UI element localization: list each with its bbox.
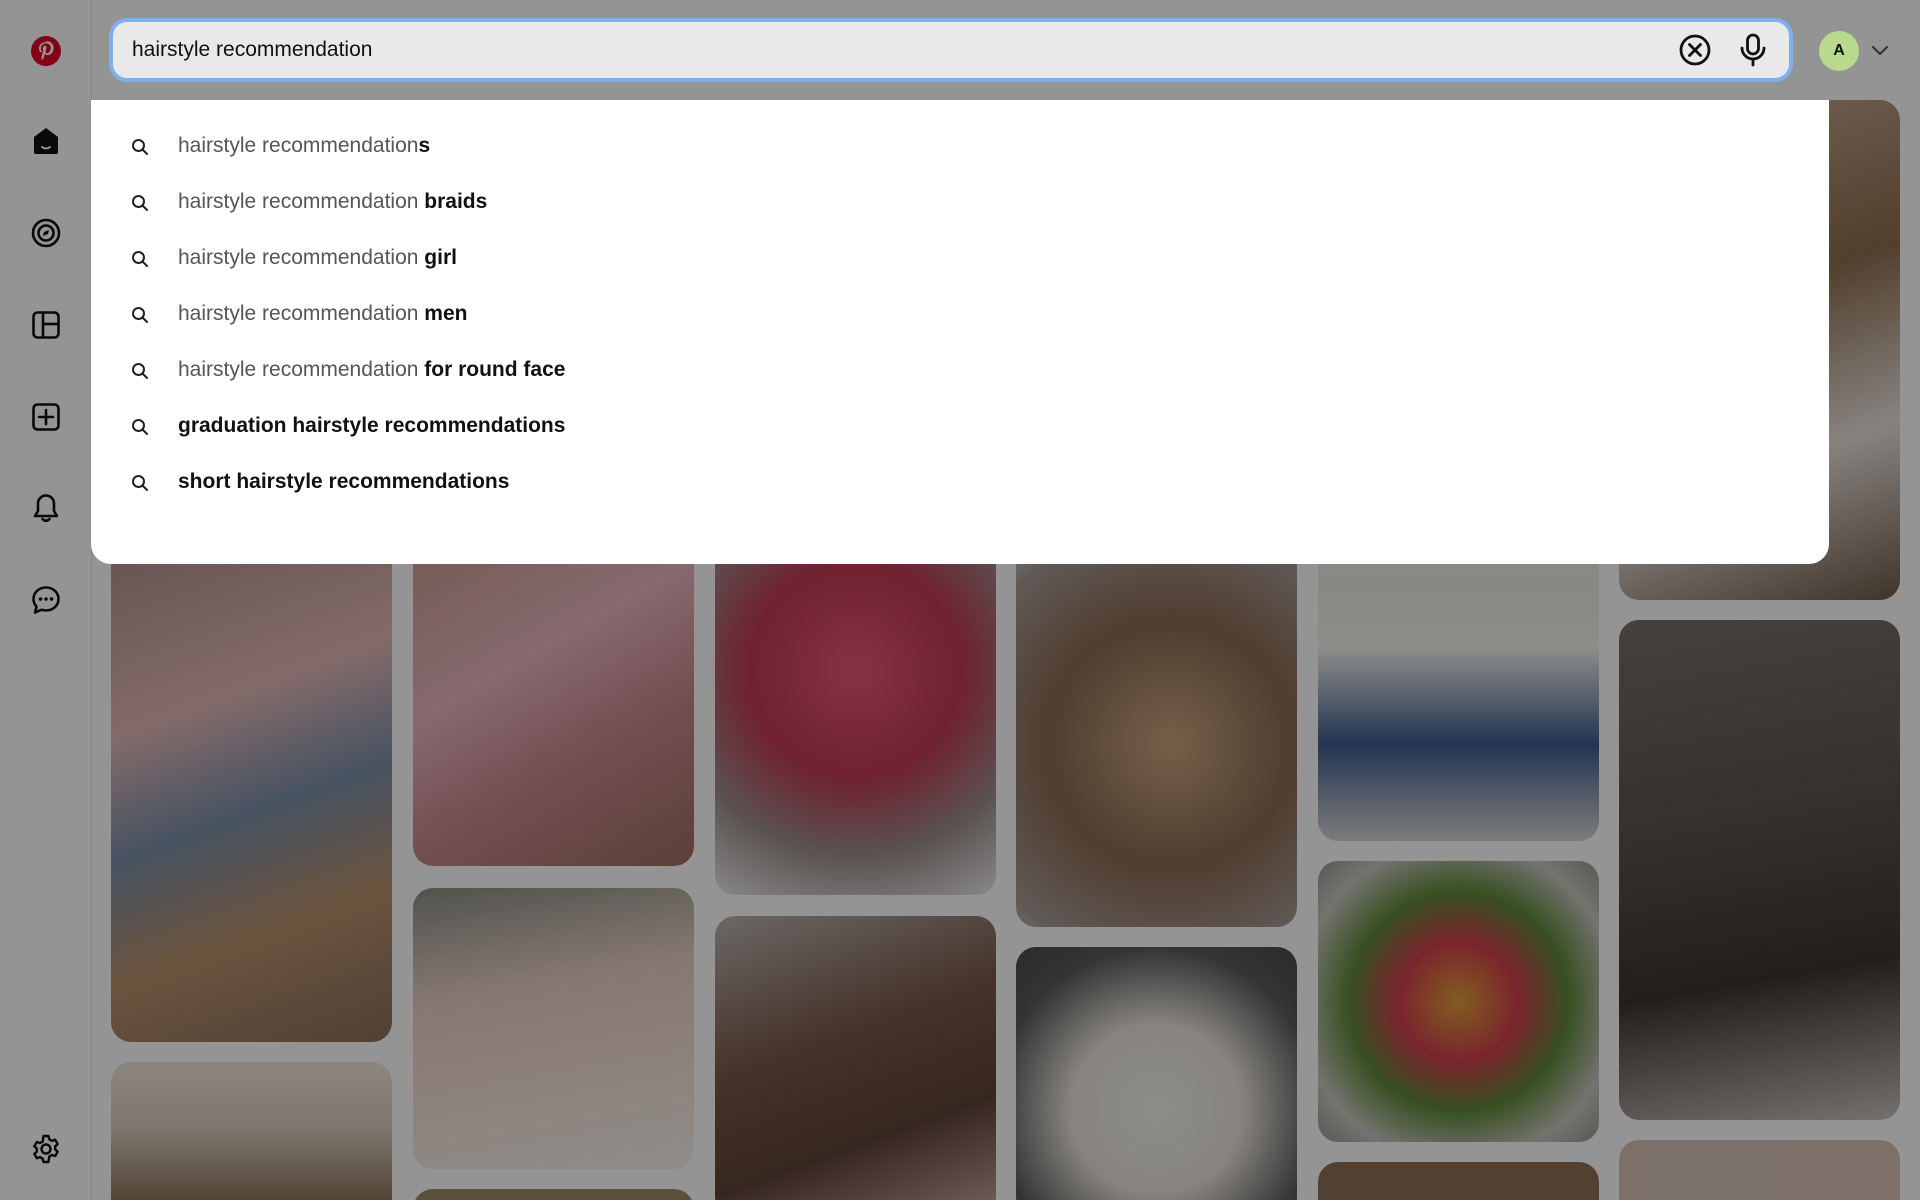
search-input[interactable] [113, 21, 1673, 79]
header: A [91, 0, 1920, 100]
suggestion-text: hairstyle recommendation for round face [178, 358, 566, 381]
search-icon [132, 475, 148, 491]
clear-search-button[interactable] [1673, 28, 1717, 72]
search-suggestions-dropdown: hairstyle recommendations hairstyle reco… [91, 100, 1829, 564]
voice-search-button[interactable] [1731, 28, 1775, 72]
search-icon [132, 139, 148, 155]
chevron-down-icon[interactable] [1867, 38, 1893, 64]
suggestion-text: graduation hairstyle recommendations [178, 414, 566, 437]
suggestion-text: hairstyle recommendation girl [178, 246, 457, 269]
suggestion-text: hairstyle recommendation braids [178, 190, 488, 213]
microphone-icon [1740, 33, 1766, 67]
suggestion-item[interactable]: hairstyle recommendation girl [91, 232, 1829, 284]
search-box[interactable] [109, 18, 1793, 82]
suggestion-text: hairstyle recommendation men [178, 302, 468, 325]
suggestion-item[interactable]: hairstyle recommendation men [91, 288, 1829, 340]
suggestion-item[interactable]: short hairstyle recommendations [91, 456, 1829, 508]
search-icon [132, 363, 148, 379]
suggestion-text: short hairstyle recommendations [178, 470, 510, 493]
search-icon [132, 419, 148, 435]
search-icon [132, 195, 148, 211]
search-icon [132, 307, 148, 323]
search-icon [132, 251, 148, 267]
avatar[interactable]: A [1819, 31, 1859, 71]
suggestion-item[interactable]: hairstyle recommendation for round face [91, 344, 1829, 396]
clear-icon [1679, 34, 1711, 66]
suggestion-item[interactable]: hairstyle recommendations [91, 120, 1829, 172]
suggestion-text: hairstyle recommendations [178, 134, 431, 157]
suggestion-item[interactable]: hairstyle recommendation braids [91, 176, 1829, 228]
suggestion-item[interactable]: graduation hairstyle recommendations [91, 400, 1829, 452]
app-window: A hairstyle recommendations hairstyle re… [0, 0, 1920, 1200]
